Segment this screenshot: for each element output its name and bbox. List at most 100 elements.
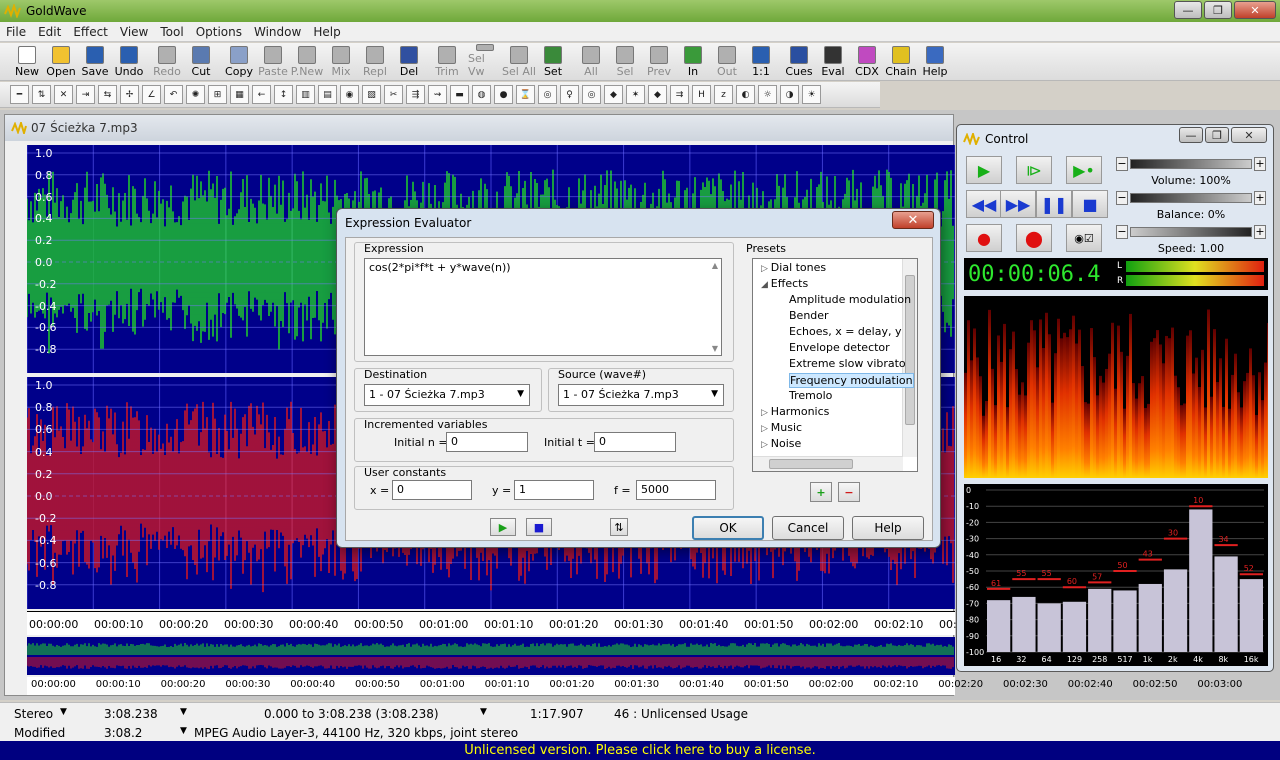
preview-play-button[interactable]: ▶ bbox=[490, 518, 516, 536]
preset-item[interactable]: Amplitude modulation bbox=[789, 293, 911, 306]
effect-tool-icon[interactable]: ◍ bbox=[472, 85, 491, 104]
effect-tool-icon[interactable]: ◆ bbox=[604, 85, 623, 104]
balance-minus-button[interactable]: − bbox=[1116, 191, 1128, 205]
effect-tool-icon[interactable]: ⇝ bbox=[428, 85, 447, 104]
scroll-down-icon[interactable]: ▼ bbox=[712, 344, 718, 353]
effect-tool-icon[interactable]: z bbox=[714, 85, 733, 104]
effect-tool-icon[interactable]: ⊞ bbox=[208, 85, 227, 104]
effect-tool-icon[interactable]: ✢ bbox=[120, 85, 139, 104]
preview-stop-button[interactable]: ■ bbox=[526, 518, 552, 536]
effect-tool-icon[interactable]: ▧ bbox=[362, 85, 381, 104]
sort-presets-icon[interactable]: ⇅ bbox=[610, 518, 628, 536]
balance-plus-button[interactable]: + bbox=[1254, 191, 1266, 205]
toolbar-cues-button[interactable]: Cues bbox=[782, 44, 816, 80]
preset-item[interactable]: ▷ Harmonics bbox=[761, 405, 829, 418]
effect-tool-icon[interactable]: ♀ bbox=[560, 85, 579, 104]
effect-tool-icon[interactable]: ◉ bbox=[340, 85, 359, 104]
effect-tool-icon[interactable]: ⌛ bbox=[516, 85, 535, 104]
tree-expander-icon[interactable]: ◢ bbox=[761, 280, 771, 290]
effect-tool-icon[interactable]: ⇶ bbox=[406, 85, 425, 104]
toolbar-repl-button[interactable]: Repl bbox=[358, 44, 392, 80]
help-button[interactable]: Help bbox=[852, 516, 924, 540]
preset-item[interactable]: ◢ Effects bbox=[761, 277, 808, 290]
preset-item[interactable]: ▷ Noise bbox=[761, 437, 801, 450]
play-button[interactable]: ▶ bbox=[966, 156, 1002, 184]
control-minimize-button[interactable]: — bbox=[1179, 127, 1203, 143]
effect-tool-icon[interactable]: ▬ bbox=[450, 85, 469, 104]
chevron-down-icon[interactable]: ▼ bbox=[60, 707, 67, 717]
license-banner[interactable]: Unlicensed version. Please click here to… bbox=[0, 741, 1280, 760]
stop-button[interactable]: ■ bbox=[1072, 190, 1108, 218]
fast-forward-button[interactable]: ▶▶ bbox=[1000, 190, 1036, 218]
effect-tool-icon[interactable]: ⇅ bbox=[32, 85, 51, 104]
toolbar-set-button[interactable]: Set bbox=[536, 44, 570, 80]
effect-tool-icon[interactable]: ◑ bbox=[780, 85, 799, 104]
speed-minus-button[interactable]: − bbox=[1116, 225, 1128, 239]
menu-edit[interactable]: Edit bbox=[32, 25, 67, 39]
control-restore-button[interactable]: ❐ bbox=[1205, 127, 1229, 143]
effect-tool-icon[interactable]: ✂ bbox=[384, 85, 403, 104]
volume-minus-button[interactable]: − bbox=[1116, 157, 1128, 171]
pause-button[interactable]: ❚❚ bbox=[1036, 190, 1072, 218]
f-constant-input[interactable]: 5000 bbox=[636, 480, 716, 500]
effect-tool-icon[interactable]: ◆ bbox=[648, 85, 667, 104]
toolbar-mix-button[interactable]: Mix bbox=[324, 44, 358, 80]
preset-item[interactable]: Envelope detector bbox=[789, 341, 890, 354]
play-selection-button[interactable]: ⧐ bbox=[1016, 156, 1052, 184]
chevron-down-icon[interactable]: ▼ bbox=[180, 726, 187, 736]
preset-item[interactable]: ▷ Music bbox=[761, 421, 802, 434]
toolbar-cdx-button[interactable]: CDX bbox=[850, 44, 884, 80]
tree-expander-icon[interactable]: ▷ bbox=[761, 408, 771, 418]
menu-file[interactable]: File bbox=[0, 25, 32, 39]
control-close-button[interactable]: ✕ bbox=[1231, 127, 1267, 143]
monitor-toggle-button[interactable]: ◉☑ bbox=[1066, 224, 1102, 252]
tree-expander-icon[interactable]: ▷ bbox=[761, 440, 771, 450]
length-status[interactable]: 3:08.238 bbox=[104, 707, 158, 721]
initial-t-input[interactable]: 0 bbox=[594, 432, 676, 452]
x-constant-input[interactable]: 0 bbox=[392, 480, 472, 500]
toolbar-out-button[interactable]: Out bbox=[710, 44, 744, 80]
effect-tool-icon[interactable]: ━ bbox=[10, 85, 29, 104]
toolbar-eval-button[interactable]: Eval bbox=[816, 44, 850, 80]
effect-tool-icon[interactable]: ☼ bbox=[758, 85, 777, 104]
effect-tool-icon[interactable]: ⇉ bbox=[670, 85, 689, 104]
effect-tool-icon[interactable]: ↕ bbox=[274, 85, 293, 104]
preset-item[interactable]: Frequency modulation bbox=[789, 373, 914, 388]
cancel-button[interactable]: Cancel bbox=[772, 516, 844, 540]
chevron-down-icon[interactable]: ▼ bbox=[480, 707, 487, 717]
balance-slider[interactable]: − + bbox=[1116, 191, 1266, 205]
record-button[interactable]: ● bbox=[966, 224, 1002, 252]
speed-track[interactable] bbox=[1130, 227, 1252, 237]
toolbar-sel-vw-button[interactable]: Sel Vw bbox=[468, 44, 502, 80]
effect-tool-icon[interactable]: ← bbox=[252, 85, 271, 104]
record-new-button[interactable]: ⬤ bbox=[1016, 224, 1052, 252]
effect-tool-icon[interactable]: ⇆ bbox=[98, 85, 117, 104]
effect-tool-icon[interactable]: ⇥ bbox=[76, 85, 95, 104]
effect-tool-icon[interactable]: ◐ bbox=[736, 85, 755, 104]
effect-tool-icon[interactable]: ◎ bbox=[538, 85, 557, 104]
effect-tool-icon[interactable]: ▥ bbox=[296, 85, 315, 104]
presets-horizontal-scrollbar[interactable] bbox=[753, 456, 903, 471]
destination-select[interactable]: 1 - 07 Ścieżka 7.mp3 ▼ bbox=[364, 384, 530, 406]
volume-track[interactable] bbox=[1130, 159, 1252, 169]
expression-input[interactable]: cos(2*pi*f*t + y*wave(n)) ▲ ▼ bbox=[364, 258, 722, 356]
restore-button[interactable]: ❐ bbox=[1204, 1, 1232, 19]
minimize-button[interactable]: — bbox=[1174, 1, 1202, 19]
effect-tool-icon[interactable]: ◎ bbox=[582, 85, 601, 104]
chevron-down-icon[interactable]: ▼ bbox=[180, 707, 187, 717]
menu-help[interactable]: Help bbox=[307, 25, 346, 39]
ok-button[interactable]: OK bbox=[692, 516, 764, 540]
preset-item[interactable]: Bender bbox=[789, 309, 829, 322]
selection-status[interactable]: 0.000 to 3:08.238 (3:08.238) bbox=[264, 707, 439, 721]
effect-tool-icon[interactable]: ☀ bbox=[802, 85, 821, 104]
menu-view[interactable]: View bbox=[114, 25, 154, 39]
effect-tool-icon[interactable]: ✕ bbox=[54, 85, 73, 104]
dialog-close-button[interactable]: ✕ bbox=[892, 211, 934, 229]
effect-tool-icon[interactable]: ∠ bbox=[142, 85, 161, 104]
tree-expander-icon[interactable]: ▷ bbox=[761, 264, 771, 274]
menu-effect[interactable]: Effect bbox=[67, 25, 114, 39]
toolbar-del-button[interactable]: Del bbox=[392, 44, 426, 80]
menu-window[interactable]: Window bbox=[248, 25, 307, 39]
overview-bar[interactable] bbox=[26, 637, 955, 675]
close-button[interactable]: ✕ bbox=[1234, 1, 1276, 19]
